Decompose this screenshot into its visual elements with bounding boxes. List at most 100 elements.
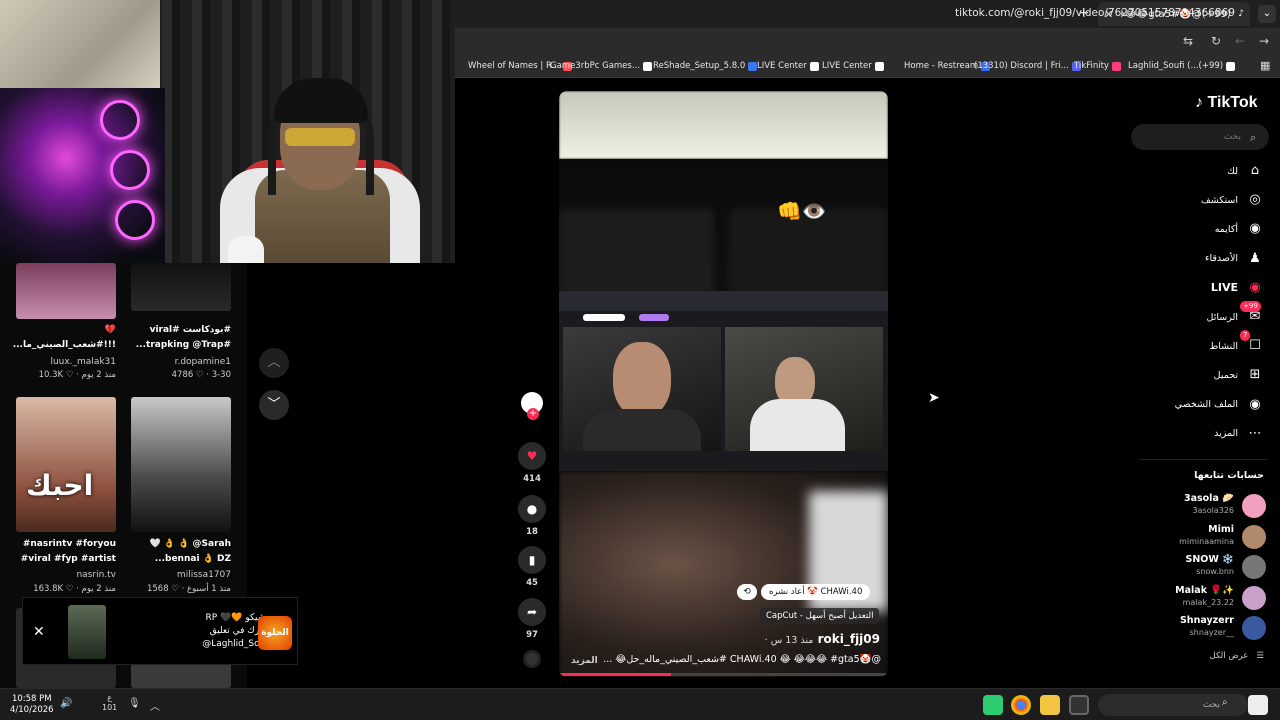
video-thumbnail[interactable] [131, 263, 231, 311]
account-handle: snow.bnn [1196, 567, 1234, 576]
back-icon[interactable]: → [1259, 34, 1269, 48]
close-icon[interactable]: ✕ [33, 624, 45, 640]
chevron-up-icon[interactable]: ︿ [150, 698, 160, 713]
avatar[interactable]: + [521, 392, 543, 420]
sound-avatar[interactable] [518, 650, 546, 668]
site-settings-icon[interactable]: ⇆ [1183, 34, 1193, 48]
notification-badge: 7 [1240, 330, 1251, 342]
video-author[interactable]: milissa1707 [131, 570, 231, 580]
forward-icon[interactable]: ← [1235, 34, 1245, 48]
bookmark-item[interactable]: LIVE Center [822, 61, 884, 71]
avatar-icon: ◉ [1249, 221, 1261, 237]
face [613, 342, 671, 417]
bookmark-item[interactable]: TikFinity [1074, 61, 1121, 71]
share-icon[interactable]: ➦ [518, 598, 546, 626]
scroll-up-button[interactable]: ︿ [259, 348, 289, 378]
tiktok-logo[interactable]: ♪ TikTok [1195, 94, 1258, 112]
like-action[interactable]: ♥ 414 [518, 442, 546, 484]
sidebar-item[interactable]: ⊞ تحميل [1214, 365, 1264, 385]
see-all-label: عرض الكل [1209, 651, 1249, 661]
followed-account[interactable]: Malak 🌹✨ malak_23.22 [1126, 585, 1266, 611]
search-icon[interactable]: ⌕ [1250, 131, 1256, 145]
language-indicator[interactable]: ع 101 [102, 693, 117, 713]
bookmark-item[interactable]: Game3rbPc Games... [550, 61, 652, 71]
follow-plus-icon[interactable]: + [527, 408, 539, 420]
video-username[interactable]: roki_fjj09 [818, 632, 880, 646]
url-field[interactable]: tiktok.com/@roki_fjj09/video/76270515787… [955, 7, 1235, 19]
scroll-down-button[interactable]: ﹀ [259, 390, 289, 420]
heart-icon[interactable]: ♥ [518, 442, 546, 470]
video-caption[interactable]: #nasrintv #foryou #viral #fyp #artist [16, 537, 116, 567]
app-icon[interactable] [1069, 695, 1089, 715]
sidebar-item[interactable]: ♟ الأصدقاء [1205, 249, 1264, 269]
bookmark-item[interactable]: Laghlid_Soufi (...(+99) [1128, 61, 1236, 71]
bookmark-item[interactable]: ReShade_Setup_5.8.0 [653, 61, 758, 71]
avatar[interactable] [1242, 616, 1266, 640]
creator-avatar[interactable]: + [518, 392, 546, 420]
video-thumbnail[interactable] [16, 263, 116, 319]
start-icon[interactable] [1248, 695, 1268, 715]
video-author-line[interactable]: · منذ 13 س roki_fjj09 [765, 632, 880, 646]
sidebar-item[interactable]: ⌂ لك [1227, 161, 1264, 181]
followed-account[interactable]: 3asola 🥟 3asola326 [1126, 493, 1266, 519]
video-frame-top [559, 91, 888, 159]
video-caption[interactable]: 💔 !!!#شعب_الصيني_ما... [13, 323, 116, 353]
notification-line: RP 🖤🧡 شيكو.. [205, 613, 271, 623]
language-label: ع [107, 693, 113, 702]
apps-grid-icon[interactable]: ▦ [1260, 59, 1270, 72]
music-disc-icon[interactable] [523, 650, 541, 668]
video-author[interactable]: nasrin.tv [16, 570, 116, 580]
search-icon[interactable]: ⌕ [1222, 697, 1228, 708]
avatar[interactable] [1242, 585, 1266, 610]
bookmark-item[interactable]: LIVE Center [757, 61, 819, 71]
sidebar-item[interactable]: ◉ LIVE [1211, 278, 1264, 298]
video-description: @🤡CHAWi.40 😂 😂😂😂 #gta5 #شعب_الصيني_ماله_… [603, 654, 881, 665]
tab-search-button[interactable]: ⌄ [1258, 5, 1276, 23]
speaker-icon[interactable]: 🔊 [60, 698, 72, 709]
video-player[interactable]: 👊👁️ أعاد نشره 🤡 CHAWi.40 ⟲ CapCut - التع… [559, 91, 888, 677]
see-all-link[interactable]: عرض الكل ☰ [1210, 651, 1264, 661]
chrome-icon[interactable] [1011, 695, 1031, 715]
video-screen-capture [559, 291, 888, 471]
more-icon: ⋯ [1248, 425, 1262, 441]
save-action[interactable]: ▮ 45 [518, 546, 546, 588]
folder-icon[interactable] [1040, 695, 1060, 715]
bookmark-icon[interactable]: ▮ [518, 546, 546, 574]
comment-action[interactable]: ● 18 [518, 495, 546, 537]
clock[interactable]: 10:58 PM 4/10/2026 [10, 694, 54, 716]
followed-account[interactable]: SNOW ❄️ snow.bnn [1126, 554, 1266, 580]
more-link[interactable]: المزيد [571, 656, 598, 666]
video-thumbnail[interactable] [131, 397, 231, 532]
video-caption[interactable]: 🤍 👌 👌 @Sarah ...bennai 👌 DZ [131, 537, 232, 567]
share-action[interactable]: ➦ 97 [518, 598, 546, 640]
avatar[interactable] [1242, 494, 1266, 518]
video-progress-bar[interactable] [559, 673, 888, 676]
sidebar-item[interactable]: ✉ 99+ الرسائل [1207, 301, 1264, 327]
app-icon[interactable] [983, 695, 1003, 715]
sidebar-item[interactable]: ⋯ المزيد [1214, 424, 1264, 444]
followed-account[interactable]: Mimi miminaamina [1126, 524, 1266, 550]
sidebar-item[interactable]: ☐ 7 النشاط [1209, 330, 1264, 356]
reload-icon[interactable]: ↻ [1211, 34, 1221, 48]
avatar[interactable] [1242, 555, 1266, 579]
account-name: 3asola 🥟 [1183, 493, 1234, 504]
video-thumbnail[interactable]: احبك [16, 397, 116, 532]
video-author[interactable]: r.dopamine1 [131, 357, 231, 367]
followed-account[interactable]: Shnayzerr shnayzer__ [1126, 615, 1266, 641]
avatar[interactable] [1242, 524, 1266, 549]
search-input[interactable]: بحث [1131, 124, 1269, 150]
sidebar-item[interactable]: ◉ أكايمه [1215, 219, 1264, 239]
comment-icon[interactable]: ● [518, 495, 546, 523]
microphone-icon[interactable]: 🎙 [128, 698, 141, 709]
capcut-label[interactable]: CapCut - التعديل أصبح أسهل [760, 608, 880, 624]
video-author[interactable]: luux._malak31 [16, 357, 116, 367]
divider [1140, 459, 1267, 460]
sidebar-item[interactable]: ◎ استكشف [1201, 190, 1264, 210]
video-caption[interactable]: #بودكاست #viral #trapking @Trap... [131, 323, 231, 353]
notification-toast[interactable]: ✕ RP 🖤🧡 شيكو.. ذكرك في تعليق: @Laghlid_S… [22, 597, 298, 665]
repost-label[interactable]: أعاد نشره 🤡 CHAWi.40 [761, 584, 871, 600]
sidebar-item[interactable]: ◉ الملف الشخصي [1175, 395, 1264, 415]
account-name: Shnayzerr [1179, 615, 1234, 626]
account-handle: malak_23.22 [1182, 597, 1234, 607]
bookmark-item[interactable]: (13310) Discord | Fri... [974, 61, 1081, 71]
